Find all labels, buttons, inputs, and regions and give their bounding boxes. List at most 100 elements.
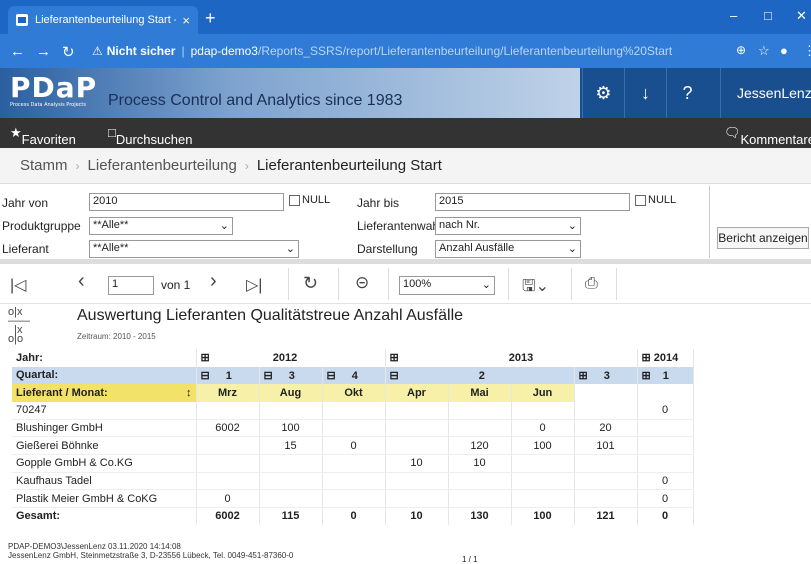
- lieferant-label: Lieferant: [2, 242, 49, 256]
- page-indicator: 1 / 1: [462, 555, 478, 564]
- value-cell: [574, 401, 638, 420]
- collapse-icon[interactable]: ⊟: [201, 370, 210, 382]
- total-cell: 121: [574, 507, 638, 525]
- table-row: Kaufhaus Tadel 0: [12, 472, 694, 491]
- month-header: Okt: [322, 384, 386, 402]
- expand-icon[interactable]: ⊞: [642, 370, 651, 382]
- lieferant-select[interactable]: **Alle** ⌄: [89, 240, 299, 258]
- browser-menu-icon[interactable]: ⋮: [803, 43, 811, 59]
- total-cell: 0: [637, 507, 694, 525]
- app-header: PDaP Process Data Analysis Projects Proc…: [0, 68, 811, 118]
- url-field[interactable]: ⚠ Nicht sicher | pdap-demo3/Reports_SSRS…: [86, 39, 686, 63]
- back-icon[interactable]: ←: [10, 43, 25, 60]
- bookmark-star-icon[interactable]: ☆: [758, 43, 770, 59]
- table-row: Blushinger GmbH 6002 100 0 20: [12, 419, 694, 438]
- help-icon[interactable]: ?: [666, 68, 708, 118]
- jahr-bis-null-checkbox[interactable]: NULL: [635, 194, 676, 206]
- jahr-von-null-checkbox[interactable]: NULL: [289, 194, 330, 206]
- refresh-icon[interactable]: ↻: [303, 273, 318, 294]
- zoom-select[interactable]: 100% ⌄: [399, 276, 495, 295]
- darstellung-select[interactable]: Anzahl Ausfälle ⌄: [435, 240, 581, 258]
- minimize-icon[interactable]: –: [730, 8, 737, 23]
- prev-page-icon[interactable]: ‹: [78, 270, 85, 293]
- new-tab-button[interactable]: +: [205, 8, 216, 29]
- settings-gear-icon[interactable]: ⚙: [582, 68, 624, 118]
- print-icon[interactable]: ⎙: [585, 275, 598, 293]
- month-header: [637, 384, 694, 402]
- download-icon[interactable]: ↓: [624, 68, 666, 118]
- value-cell: [637, 454, 694, 473]
- comments-button[interactable]: 🗨 Kommentare: [724, 125, 811, 147]
- breadcrumb-item-lieferantenbeurteilung[interactable]: Lieferantenbeurteilung: [88, 157, 237, 174]
- collapse-icon[interactable]: ⊟: [390, 370, 399, 382]
- browser-tab-strip: Lieferantenbeurteilung Start - SC × + – …: [0, 0, 811, 34]
- value-cell: [259, 401, 323, 420]
- browse-button[interactable]: □ Durchsuchen: [108, 125, 192, 147]
- jahr-bis-input[interactable]: 2015: [435, 193, 630, 211]
- back-to-parent-icon[interactable]: ⊝: [355, 273, 369, 293]
- month-header: Mai: [448, 384, 512, 402]
- page-of-label: von 1: [161, 278, 191, 292]
- collapse-icon[interactable]: ⊟: [327, 370, 336, 382]
- total-cell: 130: [448, 507, 512, 525]
- expand-icon[interactable]: ⊞: [579, 370, 588, 382]
- run-report-button[interactable]: Bericht anzeigen: [717, 227, 809, 249]
- footer-user-timestamp: PDAP-DEMO3\JessenLenz 03.11.2020 14:14:0…: [8, 542, 181, 551]
- value-cell: 0: [637, 401, 694, 420]
- produktgruppe-select[interactable]: **Alle** ⌄: [89, 217, 233, 235]
- breadcrumb-item-stamm[interactable]: Stamm: [20, 157, 68, 174]
- page-number-input[interactable]: 1: [108, 276, 154, 295]
- zoom-icon[interactable]: ⊕: [736, 43, 746, 57]
- month-header: Mrz: [196, 384, 260, 402]
- value-cell: [511, 454, 575, 473]
- value-cell: [322, 472, 386, 491]
- quarter-header: ⊟ 4: [322, 366, 386, 385]
- lieferantenwahl-select[interactable]: nach Nr. ⌄: [435, 217, 581, 235]
- quarter-header: ⊟ 2: [385, 366, 575, 385]
- profile-icon[interactable]: ●: [780, 43, 788, 58]
- favorites-button[interactable]: ★ Favoriten: [10, 125, 76, 147]
- sort-icon[interactable]: ↕: [186, 387, 192, 399]
- last-page-icon[interactable]: ▷|: [246, 275, 262, 295]
- maximize-icon[interactable]: □: [764, 8, 772, 23]
- tab-close-icon[interactable]: ×: [182, 13, 190, 28]
- darstellung-label: Darstellung: [357, 242, 418, 256]
- value-cell: [574, 472, 638, 491]
- value-cell: [322, 454, 386, 473]
- export-save-icon[interactable]: 🖫⌄: [522, 275, 549, 302]
- value-cell: 120: [448, 436, 512, 456]
- year-header: ⊞ 2014: [637, 349, 694, 367]
- table-row: Gopple GmbH & Co.KG 10 10: [12, 454, 694, 473]
- value-cell: [448, 489, 512, 508]
- supplier-name-cell: Kaufhaus Tadel: [12, 472, 197, 491]
- expand-icon[interactable]: ⊞: [390, 352, 399, 364]
- supplier-name-cell: Plastik Meier GmbH & CoKG: [12, 489, 197, 508]
- user-name[interactable]: JessenLenz: [720, 68, 811, 118]
- value-cell: [574, 489, 638, 508]
- value-cell: [322, 401, 386, 420]
- jahr-von-input[interactable]: 2010: [89, 193, 284, 211]
- forward-icon[interactable]: →: [36, 43, 51, 60]
- matrix-icon: o|x —— |x o|o: [8, 306, 30, 345]
- expand-icon[interactable]: ⊞: [642, 352, 651, 364]
- value-cell: [574, 454, 638, 473]
- browser-tab[interactable]: Lieferantenbeurteilung Start - SC ×: [8, 6, 198, 34]
- chevron-down-icon: ⌄: [567, 220, 577, 232]
- value-cell: 0: [637, 472, 694, 491]
- value-cell: 100: [511, 436, 575, 456]
- table-row: 70247 0: [12, 401, 694, 420]
- next-page-icon[interactable]: ›: [210, 270, 217, 293]
- warning-icon: ⚠: [92, 44, 103, 58]
- breadcrumb: Stamm › Lieferantenbeurteilung › Liefera…: [0, 148, 811, 184]
- first-page-icon[interactable]: |◁: [10, 275, 26, 295]
- value-cell: [385, 436, 449, 456]
- collapse-icon[interactable]: ⊟: [264, 370, 273, 382]
- total-cell: 100: [511, 507, 575, 525]
- reload-icon[interactable]: ↻: [62, 43, 75, 61]
- month-header: Apr: [385, 384, 449, 402]
- expand-icon[interactable]: ⊞: [201, 352, 210, 364]
- window-close-icon[interactable]: ✕: [796, 8, 807, 24]
- total-row: Gesamt: 6002 115 0 10 130 100 121 0: [12, 507, 694, 525]
- value-cell: 6002: [196, 419, 260, 438]
- breadcrumb-item-current: Lieferantenbeurteilung Start: [256, 157, 442, 174]
